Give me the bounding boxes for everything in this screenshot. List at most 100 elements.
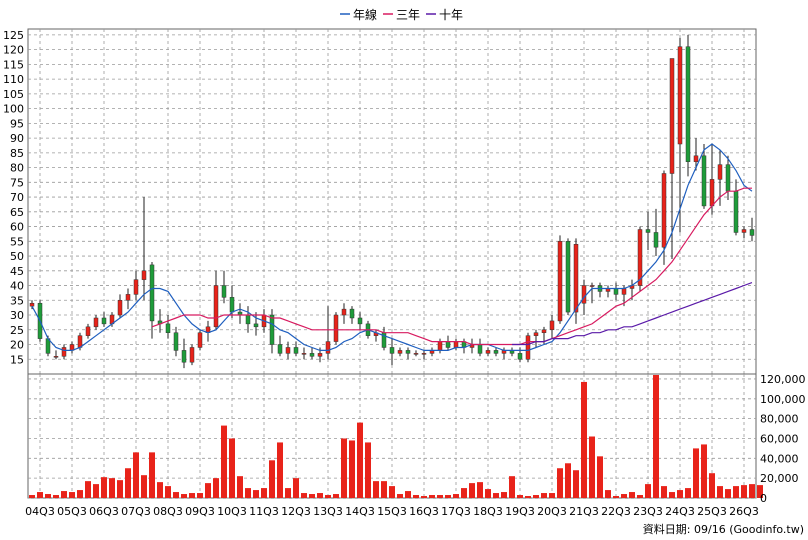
candle — [445, 335, 451, 351]
candle-body — [493, 350, 499, 354]
candle — [373, 329, 379, 342]
price-tick-label: 25 — [10, 324, 24, 337]
volume-bar — [589, 436, 595, 498]
volume-bar — [101, 477, 107, 498]
candle-body — [341, 308, 347, 316]
volume-bar — [549, 493, 555, 498]
candle — [485, 347, 491, 357]
volume-tick-label: 20,000 — [760, 472, 799, 485]
candle — [117, 294, 123, 318]
price-tick-label: 120 — [3, 44, 24, 57]
candle-body — [421, 353, 427, 355]
candle-body — [77, 335, 83, 348]
candle — [333, 312, 339, 345]
volume-bar — [69, 492, 75, 498]
volume-bar — [677, 490, 683, 498]
candle — [165, 315, 171, 339]
candle — [437, 338, 443, 354]
volume-bar — [333, 494, 339, 498]
candle-body — [581, 285, 587, 304]
price-tick-label: 70 — [10, 191, 24, 204]
candle — [157, 309, 163, 333]
candle — [565, 238, 571, 316]
candle — [213, 270, 219, 330]
candle — [557, 235, 563, 324]
price-tick-label: 85 — [10, 147, 24, 160]
volume-bar — [421, 496, 427, 498]
candle-body — [701, 155, 707, 207]
volume-bar — [469, 483, 475, 498]
candle — [389, 338, 395, 366]
price-tick-label: 20 — [10, 339, 24, 352]
price-frame — [27, 28, 757, 375]
chart-legend: 年線 三年 十年 — [340, 7, 463, 22]
volume-bar — [189, 493, 195, 498]
candle — [381, 326, 387, 351]
volume-bar — [741, 485, 747, 498]
candle-body — [165, 323, 171, 333]
candle — [477, 338, 483, 357]
volume-bar — [525, 496, 531, 498]
volume-bar — [693, 448, 699, 498]
volume-bar — [293, 478, 299, 498]
candle — [125, 288, 131, 310]
volume-bar — [93, 484, 99, 498]
volume-tick-label: 80,000 — [760, 413, 799, 426]
volume-bar — [413, 495, 419, 498]
quarter-x-axis: 04Q3 05Q3 06Q3 07Q3 08Q3 09Q3 10Q3 11Q3 12Q3 13Q3… — [25, 505, 759, 518]
candle — [749, 217, 755, 242]
volume-bar — [165, 486, 171, 498]
legend-label: 年線 — [353, 7, 377, 22]
candle — [181, 338, 187, 369]
volume-bar — [197, 493, 203, 498]
candle-body — [589, 285, 595, 287]
volume-bar — [669, 492, 675, 498]
volume-y-axis: 0 20,000 40,000 60,000 80,000 100,000 120,000 — [760, 373, 806, 505]
stock-chart: 年線 三年 十年 152025303540455055606570758085909… — [3, 7, 806, 536]
quarter-tick-label: 22Q3 — [601, 505, 631, 518]
volume-bar — [149, 452, 155, 498]
candle-body — [685, 46, 691, 162]
volume-bar — [181, 494, 187, 498]
volume-bar — [317, 493, 323, 498]
quarter-tick-label: 11Q3 — [249, 505, 279, 518]
volume-bar — [461, 488, 467, 498]
candle-body — [253, 323, 259, 328]
quarter-tick-label: 14Q3 — [345, 505, 375, 518]
candle-body — [53, 356, 59, 358]
candle-body — [117, 300, 123, 316]
volume-bar — [717, 486, 723, 498]
quarter-tick-label: 12Q3 — [281, 505, 311, 518]
volume-bar — [613, 496, 619, 498]
candle-body — [517, 353, 523, 360]
candle-body — [93, 317, 99, 328]
quarter-tick-label: 13Q3 — [313, 505, 343, 518]
price-tick-label: 125 — [3, 29, 24, 42]
volume-bar — [261, 488, 267, 498]
candle — [637, 226, 643, 292]
candle — [741, 226, 747, 239]
volume-bar — [733, 486, 739, 498]
volume-bar — [685, 488, 691, 498]
candle — [253, 312, 259, 336]
price-tick-label: 30 — [10, 309, 24, 322]
candle — [133, 270, 139, 301]
price-tick-label: 90 — [10, 132, 24, 145]
volume-bar — [493, 493, 499, 498]
candle-body — [533, 332, 539, 336]
candle-body — [637, 229, 643, 286]
price-tick-label: 45 — [10, 265, 24, 278]
volume-bar — [629, 492, 635, 498]
candle-body — [453, 341, 459, 348]
candle-body — [61, 347, 67, 357]
quarter-tick-label: 26Q3 — [729, 505, 759, 518]
candle-body — [613, 288, 619, 295]
volume-bar — [309, 494, 315, 498]
legend-label: 三年 — [396, 8, 420, 22]
price-tick-label: 55 — [10, 235, 24, 248]
volume-bar — [645, 484, 651, 498]
quarter-tick-label: 05Q3 — [57, 505, 87, 518]
candle — [349, 306, 355, 324]
candle-body — [573, 244, 579, 313]
candle — [725, 155, 731, 201]
